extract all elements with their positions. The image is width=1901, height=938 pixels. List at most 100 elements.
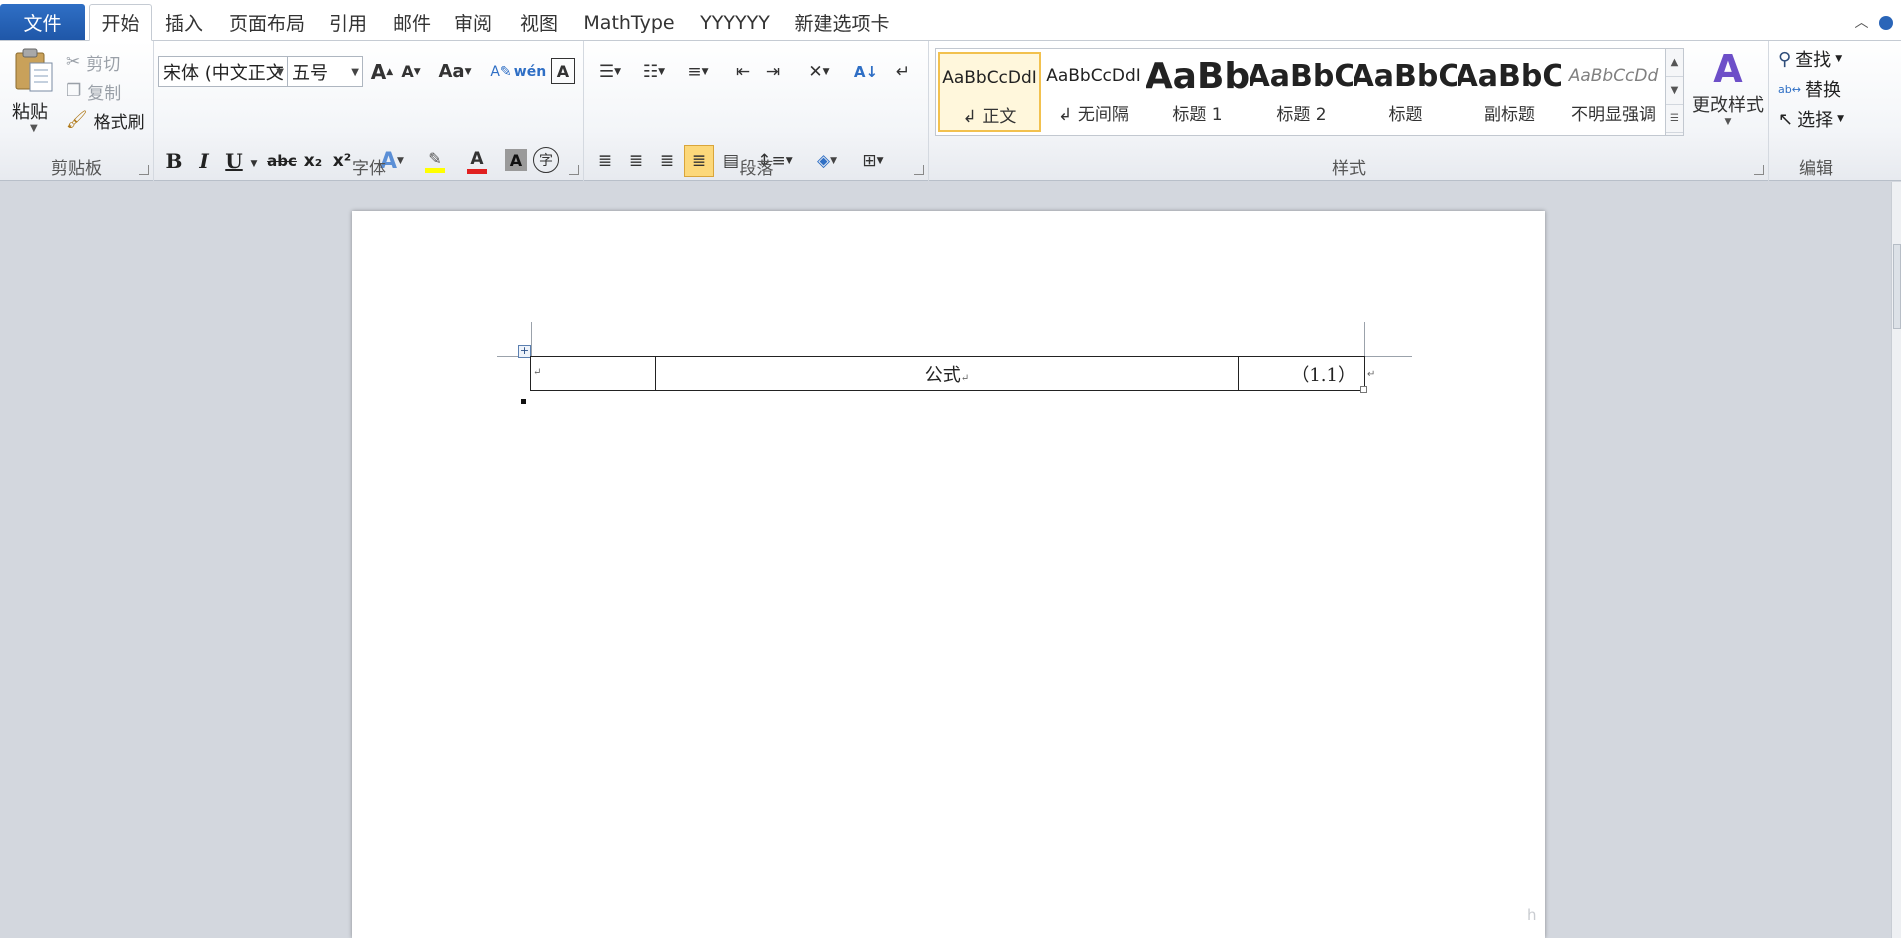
gallery-more-icon[interactable]: ☰ <box>1666 105 1683 133</box>
paste-dropdown-icon[interactable]: ▼ <box>30 123 38 134</box>
table-row: ↵ 公式↵ （1.1） <box>529 356 1366 391</box>
paragraph-dialog-launcher-icon[interactable] <box>914 165 924 175</box>
clear-formatting-icon: A✎ <box>490 63 512 80</box>
change-styles-button[interactable]: A 更改样式 ▼ <box>1690 47 1766 147</box>
find-label: 查找 <box>1795 50 1832 71</box>
style-sample: AaBbC <box>1458 58 1561 94</box>
style-name: 副标题 <box>1484 105 1535 125</box>
ribbon-home: 粘贴 ▼ ✂ 剪切 ❐ 复制 🖌 格式刷 剪贴板 宋体 (中文正文 ▼ 五号 ▼… <box>0 41 1901 181</box>
copy-button[interactable]: ❐ 复制 <box>66 78 121 104</box>
style-title[interactable]: AaBbC 标题 <box>1354 52 1457 132</box>
show-hide-marks-button[interactable]: ↵ <box>889 56 917 87</box>
bullet-list-icon: ☰ <box>598 61 615 82</box>
character-border-icon: A <box>556 61 570 81</box>
style-name: 标题 <box>1388 105 1423 125</box>
sort-button[interactable]: A↓ <box>851 56 881 87</box>
shrink-font-icon: A <box>401 62 414 81</box>
select-button[interactable]: ↖ 选择 ▼ <box>1778 105 1844 133</box>
decrease-indent-button[interactable]: ⇤ <box>729 56 757 87</box>
cut-button[interactable]: ✂ 剪切 <box>66 49 120 75</box>
scrollbar-thumb[interactable] <box>1893 244 1901 329</box>
style-name: 不明显强调 <box>1571 105 1656 125</box>
ribbon-controls: ︿ <box>1855 12 1893 32</box>
style-heading-2[interactable]: AaBbC 标题 2 <box>1250 52 1353 132</box>
grow-font-button[interactable]: A ▲ <box>369 56 395 87</box>
sort-az-icon: A↓ <box>853 62 879 81</box>
style-no-spacing[interactable]: AaBbCcDdI ↲ 无间隔 <box>1042 52 1145 132</box>
style-subtitle[interactable]: AaBbC 副标题 <box>1458 52 1561 132</box>
cell-end-mark-icon: ↵ <box>533 367 542 378</box>
style-subtle-emphasis[interactable]: AaBbCcDd 不明显强调 <box>1562 52 1665 132</box>
help-icon[interactable] <box>1879 16 1893 30</box>
minimize-ribbon-icon[interactable]: ︿ <box>1855 15 1869 31</box>
table-cell-formula[interactable]: 公式↵ <box>655 356 1239 391</box>
styles-gallery: AaBbCcDdI ↲ 正文 AaBbCcDdI ↲ 无间隔 AaBb 标题 1… <box>935 48 1684 136</box>
numbered-list-icon: ☷ <box>642 61 659 82</box>
style-sample: AaBbCcDdI <box>1046 66 1141 86</box>
tab-yyyyyy[interactable]: YYYYYY <box>695 4 775 41</box>
find-button[interactable]: ⚲ 查找 ▼ <box>1778 45 1842 73</box>
font-dialog-launcher-icon[interactable] <box>569 165 579 175</box>
style-heading-1[interactable]: AaBb 标题 1 <box>1146 52 1249 132</box>
tab-file[interactable]: 文件 <box>0 4 85 40</box>
style-sample: AaBbC <box>1250 58 1353 94</box>
numbering-button[interactable]: ☷ ▼ <box>635 56 673 87</box>
font-name-select[interactable]: 宋体 (中文正文 ▼ <box>158 56 288 87</box>
gallery-down-icon[interactable]: ▼ <box>1666 77 1683 105</box>
tab-insert[interactable]: 插入 <box>158 4 210 41</box>
scissors-icon: ✂ <box>66 52 81 72</box>
bullets-button[interactable]: ☰ ▼ <box>591 56 629 87</box>
style-sample: AaBbCcDd <box>1568 66 1659 86</box>
style-name: 标题 1 <box>1172 105 1223 125</box>
table-resize-handle-icon[interactable] <box>1360 386 1367 393</box>
paragraph-mark-icon: ↵ <box>895 61 911 82</box>
document-page[interactable]: + ↵ 公式↵ （1.1） ↵ <box>352 211 1545 938</box>
equation-table: ↵ 公式↵ （1.1） <box>529 356 1366 391</box>
change-styles-icon: A <box>1713 47 1743 91</box>
multilevel-list-button[interactable]: ≡ ▼ <box>679 56 717 87</box>
ribbon-tab-bar: 文件 开始 插入 页面布局 引用 邮件 审阅 视图 MathType YYYYY… <box>0 0 1901 41</box>
tab-references[interactable]: 引用 <box>322 4 374 41</box>
clipboard-dialog-launcher-icon[interactable] <box>139 165 149 175</box>
increase-indent-button[interactable]: ⇥ <box>759 56 787 87</box>
style-sample: AaBb <box>1146 55 1249 97</box>
tab-home[interactable]: 开始 <box>89 4 152 41</box>
gallery-up-icon[interactable]: ▲ <box>1666 49 1683 77</box>
vertical-scrollbar[interactable] <box>1891 182 1901 938</box>
character-border-button[interactable]: A <box>551 58 575 84</box>
replace-button[interactable]: ab↔ 替换 <box>1778 75 1841 103</box>
tab-view[interactable]: 视图 <box>513 4 565 41</box>
styles-dialog-launcher-icon[interactable] <box>1754 165 1764 175</box>
chinese-layout-button[interactable]: ✕ ▼ <box>799 56 839 87</box>
tab-page-layout[interactable]: 页面布局 <box>222 4 312 41</box>
tab-mathtype[interactable]: MathType <box>579 4 679 41</box>
chinese-layout-icon: ✕ <box>808 61 823 82</box>
change-styles-label: 更改样式 <box>1692 95 1764 116</box>
font-size-select[interactable]: 五号 ▼ <box>287 56 363 87</box>
cursor-arrow-icon: ↖ <box>1778 108 1794 130</box>
phonetic-guide-button[interactable]: wén <box>514 56 546 87</box>
binoculars-icon: ⚲ <box>1778 48 1792 70</box>
cut-label: 剪切 <box>86 54 121 75</box>
paste-button[interactable]: 粘贴 <box>12 98 48 124</box>
crop-mark <box>1365 356 1412 357</box>
table-cell-left[interactable]: ↵ <box>529 356 657 391</box>
change-case-button[interactable]: Aa ▼ <box>436 56 474 87</box>
copy-icon: ❐ <box>66 81 82 101</box>
equation-number-text: （1.1） <box>1291 364 1356 386</box>
multilevel-list-icon: ≡ <box>687 61 702 82</box>
tab-review[interactable]: 审阅 <box>447 4 499 41</box>
shrink-font-button[interactable]: A ▼ <box>398 56 424 87</box>
table-cell-equation-number[interactable]: （1.1） <box>1237 356 1366 391</box>
select-label: 选择 <box>1797 110 1834 131</box>
tab-mailings[interactable]: 邮件 <box>386 4 438 41</box>
format-painter-button[interactable]: 🖌 格式刷 <box>66 107 145 133</box>
crop-mark <box>1364 322 1365 356</box>
style-normal[interactable]: AaBbCcDdI ↲ 正文 <box>938 52 1041 132</box>
clear-formatting-button[interactable]: A✎ <box>488 56 514 87</box>
font-group-label: 字体 <box>352 159 386 179</box>
brush-icon: 🖌 <box>66 110 88 130</box>
crop-mark <box>531 322 532 356</box>
tab-new-tab[interactable]: 新建选项卡 <box>792 4 892 41</box>
paste-icon[interactable] <box>12 47 56 95</box>
